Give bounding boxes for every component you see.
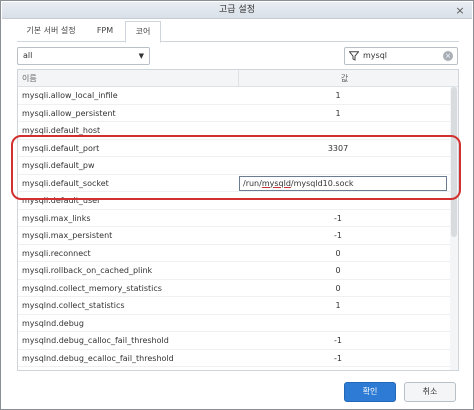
row-value[interactable]: -1	[238, 227, 438, 244]
tab-label: 코어	[135, 27, 151, 36]
tab-basic-server-settings[interactable]: 기본 서버 설정	[17, 21, 85, 42]
ok-button[interactable]: 확인	[344, 382, 396, 402]
column-header-value[interactable]: 값	[238, 70, 450, 87]
dialog-title: 고급 설정	[219, 5, 255, 15]
chevron-down-icon: ▼	[138, 52, 144, 60]
table-row[interactable]: mysqli.rollback_on_cached_plink 0	[18, 262, 450, 280]
tab-fpm[interactable]: FPM	[89, 21, 121, 42]
table-row[interactable]: mysqlnd.collect_statistics 1	[18, 297, 450, 315]
row-name: mysqli.reconnect	[22, 248, 91, 258]
column-header-name[interactable]: 이름	[22, 70, 37, 87]
advanced-settings-dialog: 고급 설정 × 기본 서버 설정 FPM 코어 all ▼ mysql × 이름…	[0, 0, 474, 410]
table-row[interactable]: mysqli.allow_local_infile 1	[18, 87, 450, 105]
row-value[interactable]: 1	[238, 87, 438, 104]
search-input[interactable]: mysql ×	[344, 47, 458, 65]
settings-grid: 이름 값 mysqli.allow_local_infile 1 mysqli.a…	[17, 69, 459, 371]
row-name: mysqli.default_port	[22, 143, 100, 153]
editor-text-spellcheck: mysqld	[261, 178, 291, 188]
row-value[interactable]: -1	[238, 332, 438, 349]
row-name: mysqli.default_pw	[22, 161, 95, 170]
row-name: mysqlnd.collect_memory_statistics	[22, 283, 162, 293]
category-select[interactable]: all ▼	[17, 47, 150, 65]
row-value[interactable]: 0	[238, 280, 438, 297]
table-row[interactable]: mysqlnd.debug_calloc_fail_threshold -1	[18, 332, 450, 350]
filter-icon	[349, 51, 359, 61]
search-value: mysql	[363, 51, 387, 60]
row-value[interactable]: -1	[238, 210, 438, 227]
row-name: mysqli.default_user	[22, 196, 101, 205]
tab-label: 기본 서버 설정	[26, 26, 76, 35]
editor-text-suffix: /mysqld10.sock	[290, 178, 354, 188]
grid-header: 이름 값	[18, 70, 458, 87]
tab-bar: 기본 서버 설정 FPM 코어	[17, 21, 459, 43]
row-value[interactable]: -1	[238, 350, 438, 367]
table-row[interactable]: mysqlnd.collect_memory_statistics 0	[18, 280, 450, 297]
title-bar: 고급 설정 ×	[2, 2, 472, 19]
table-row[interactable]: mysqli.default_socket /run/mysqld/mysqld…	[18, 175, 450, 192]
row-name: mysqlnd.debug	[22, 318, 84, 328]
table-row[interactable]: mysqli.max_links -1	[18, 210, 450, 227]
table-row[interactable]: mysqli.default_pw	[18, 157, 450, 175]
row-name: mysqli.max_persistent	[22, 231, 113, 240]
row-name: mysqli.allow_persistent	[22, 108, 116, 118]
tab-core[interactable]: 코어	[125, 21, 161, 43]
row-value[interactable]: 0	[238, 245, 438, 262]
table-row[interactable]: mysqli.reconnect 0	[18, 245, 450, 262]
row-value[interactable]: 1	[238, 297, 438, 314]
table-row[interactable]: mysqli.default_host	[18, 122, 450, 140]
row-name: mysqli.rollback_on_cached_plink	[22, 266, 153, 275]
category-select-value: all	[23, 51, 33, 60]
row-value[interactable]: 0	[238, 262, 438, 279]
clear-icon[interactable]: ×	[443, 51, 453, 61]
row-name: mysqli.max_links	[22, 213, 91, 223]
table-row[interactable]: mysqlnd.debug_ecalloc_fail_threshold -1	[18, 350, 450, 367]
close-icon[interactable]: ×	[452, 4, 468, 17]
editor-text-prefix: /run/	[243, 178, 262, 188]
row-value[interactable]: 1	[238, 105, 438, 122]
table-row[interactable]: mysqlnd.debug	[18, 315, 450, 332]
scrollbar-thumb[interactable]	[451, 87, 457, 237]
row-name: mysqli.default_host	[22, 126, 101, 135]
row-name: mysqli.allow_local_infile	[22, 91, 118, 100]
vertical-scrollbar[interactable]	[450, 87, 458, 370]
row-name: mysqlnd.debug_calloc_fail_threshold	[22, 336, 169, 345]
table-row[interactable]: mysqli.allow_persistent 1	[18, 105, 450, 122]
row-name: mysqlnd.debug_ecalloc_fail_threshold	[22, 353, 174, 363]
grid-rows: mysqli.allow_local_infile 1 mysqli.allow_…	[18, 87, 450, 367]
table-row[interactable]: mysqli.default_port 3307	[18, 140, 450, 157]
row-value[interactable]: 3307	[238, 140, 438, 157]
tab-label: FPM	[96, 26, 114, 35]
table-row[interactable]: mysqli.default_user	[18, 192, 450, 210]
cancel-button[interactable]: 취소	[404, 382, 456, 402]
row-name: mysqli.default_socket	[22, 178, 109, 188]
socket-value-editor[interactable]: /run/mysqld/mysqld10.sock	[239, 175, 447, 191]
table-row[interactable]: mysqli.max_persistent -1	[18, 227, 450, 245]
row-name: mysqlnd.collect_statistics	[22, 301, 125, 310]
